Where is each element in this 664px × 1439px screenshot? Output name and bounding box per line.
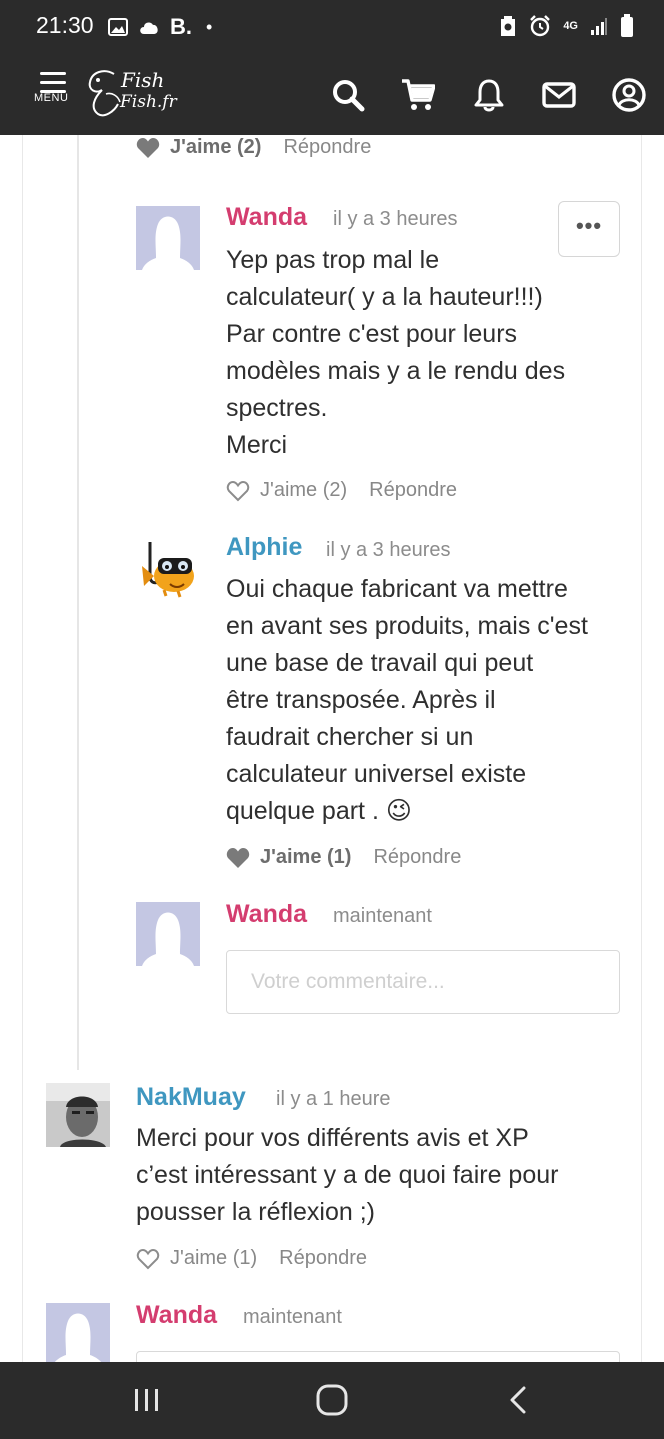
comment-input[interactable] [226,950,620,1014]
fish-snorkel-avatar-icon [136,536,200,600]
user-silhouette-icon [46,1303,110,1362]
nfc-icon [501,16,516,36]
comment-time: il y a 3 heures [333,208,458,230]
signal-icon [591,18,607,35]
reply-button[interactable]: Répondre [373,846,461,869]
heart-filled-icon[interactable] [226,847,250,869]
heart-filled-icon[interactable] [136,137,160,159]
comment-author[interactable]: NakMuay [136,1083,246,1112]
bell-icon[interactable] [472,78,506,112]
menu-button[interactable]: MENU [32,70,74,120]
user-photo-icon [46,1083,110,1147]
logo-line2: Fish.fr [120,92,177,112]
comment-actions: J'aime (1) Répondre [136,1247,367,1270]
fish-logo-icon [88,70,121,117]
home-icon[interactable] [312,1382,352,1418]
comment-line: une base de travail qui peut [226,649,534,677]
comment-line: Merci pour vos différents avis et XP [136,1124,529,1152]
comment-line: être transposée. Après il [226,686,496,714]
user-silhouette-icon [136,902,200,966]
comment-line: Par contre c'est pour leurs [226,320,518,348]
comment-author[interactable]: Wanda [226,203,307,232]
cloud-icon [140,22,158,34]
comment-actions: J'aime (2) Répondre [226,479,457,502]
status-system-icons: 4G [499,14,634,38]
alarm-icon [530,15,551,37]
hamburger-icon [40,72,66,93]
comment-line: Yep pas trop mal le [226,246,440,274]
comment-line: quelque part . 😉 [226,797,412,825]
like-button[interactable]: J'aime (1) [260,846,351,869]
comment-line: c’est intéressant y a de quoi faire pour [136,1161,559,1189]
frame-divider [22,135,23,1362]
comment-time: il y a 1 heure [276,1088,391,1110]
comment-line: modèles mais y a le rendu des [226,357,566,385]
composer-time: maintenant [333,905,432,927]
comment-line: Oui chaque fabricant va mettre [226,575,568,603]
app-header: MENU Fish Fish.fr [0,52,664,135]
avatar-placeholder [46,1303,110,1362]
logo-line1: Fish [121,68,165,92]
heart-outline-icon[interactable] [226,480,250,502]
comment-line: en avant ses produits, mais c'est [226,612,588,640]
avatar-placeholder [136,902,200,966]
composer-author: Wanda [226,900,308,928]
account-icon[interactable] [612,78,646,112]
user-silhouette-icon [136,206,200,270]
notification-letter: B. [170,14,192,39]
thread-line [77,135,79,1070]
gallery-icon [108,18,128,36]
comment-time: il y a 3 heures [326,539,451,561]
like-button[interactable]: J'aime (2) [170,136,261,159]
comments-section: J'aime (2) Répondre Wanda il y a 3 heure… [0,135,664,1362]
menu-label: MENU [34,92,69,104]
like-button[interactable]: J'aime (1) [170,1247,257,1270]
comment-body: Oui chaque fabricant va mettre en avant … [226,571,636,830]
avatar-placeholder [136,206,200,270]
heart-outline-icon[interactable] [136,1248,160,1270]
mail-icon[interactable] [542,78,576,112]
comment-actions: J'aime (2) Répondre [136,136,371,159]
reply-button[interactable]: Répondre [283,136,371,159]
avatar-alphie [136,536,200,600]
reply-button[interactable]: Répondre [369,479,457,502]
comment-line: calculateur universel existe [226,760,527,788]
site-logo[interactable]: Fish Fish.fr [84,62,194,124]
comment-input[interactable] [136,1351,620,1362]
composer-author: Wanda [136,1301,218,1329]
like-button[interactable]: J'aime (2) [260,479,347,502]
search-icon[interactable] [331,78,365,112]
frame-divider [641,135,642,1362]
battery-icon [621,14,633,37]
status-time: 21:30 [36,12,94,38]
comment-line: faudrait chercher si un [226,723,474,751]
recent-apps-icon[interactable] [127,1382,167,1418]
reply-button[interactable]: Répondre [279,1247,367,1270]
composer-time: maintenant [243,1306,342,1328]
network-label: 4G [563,20,578,32]
comment-line: Merci [226,431,288,459]
avatar-nakmuay [46,1083,110,1147]
system-nav-bar [0,1362,664,1439]
comment-body: Merci pour vos différents avis et XP c’e… [136,1120,636,1231]
comment-line: pousser la réflexion ;) [136,1198,376,1226]
status-notification-icons: B. • [108,14,212,40]
status-bar: 21:30 B. • 4G [0,0,664,52]
comment-line: spectres. [226,394,328,422]
comment-line: calculateur( y a la hauteur!!!) [226,283,543,311]
comment-author[interactable]: Alphie [226,533,302,562]
cart-icon[interactable] [401,78,435,112]
back-icon[interactable] [498,1382,538,1418]
comment-actions: J'aime (1) Répondre [226,846,461,869]
comment-body: Yep pas trop mal le calculateur( y a la … [226,242,626,464]
notification-dot: • [206,16,213,37]
